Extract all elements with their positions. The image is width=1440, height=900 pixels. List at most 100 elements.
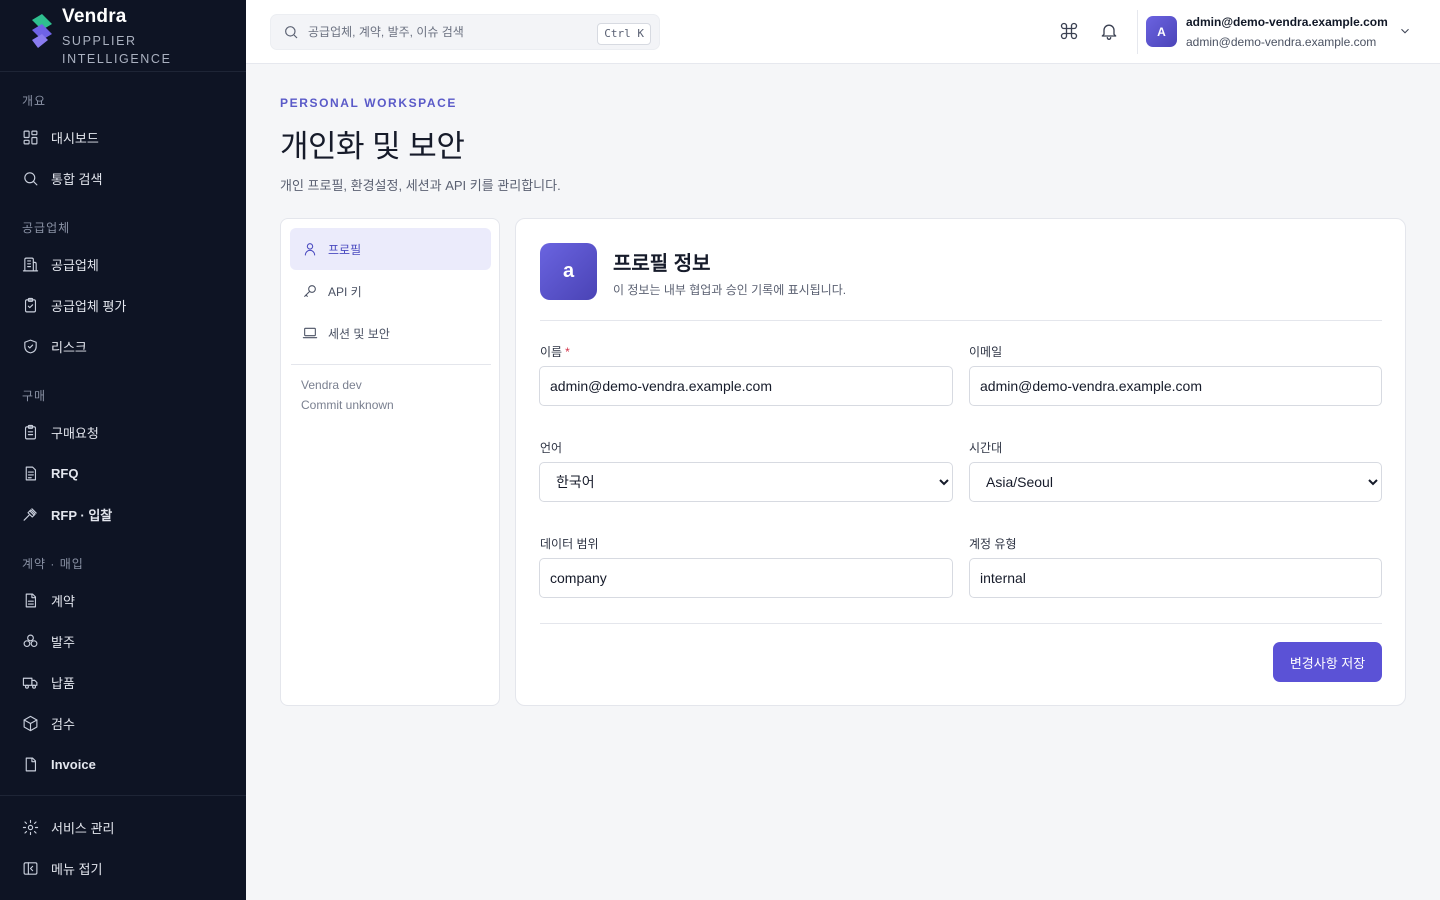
dashboard-icon <box>23 130 38 144</box>
document-icon <box>25 593 37 607</box>
user-name[interactable]: admin@demo-vendra.example.com <box>1186 15 1388 29</box>
settings-tab-api-keys[interactable]: API 키 <box>290 270 491 312</box>
nav-section-purchasing: 구매 <box>22 389 47 403</box>
profile-card: a 프로필 정보 이 정보는 내부 협업과 승인 기록에 표시됩니다. 이름 * … <box>515 218 1406 706</box>
sidebar-divider <box>0 795 246 796</box>
account-type-label: 계정 유형 <box>969 537 1017 551</box>
user-menu-divider <box>1137 10 1138 54</box>
sidebar-item-service-admin[interactable]: 서비스 관리 <box>0 807 246 847</box>
laptop-icon <box>302 327 318 339</box>
shield-check-icon <box>24 339 37 353</box>
sidebar: Vendra SUPPLIER INTELLIGENCE 개요 대시보드 통합 … <box>0 0 246 900</box>
language-select[interactable]: 한국어 <box>539 462 953 502</box>
sidebar-item-inspection[interactable]: 검수 <box>0 703 246 743</box>
sidebar-item-label: RFQ <box>51 465 79 481</box>
page-eyebrow: PERSONAL WORKSPACE <box>280 96 458 110</box>
invoice-icon <box>25 757 37 771</box>
global-search[interactable]: Ctrl K <box>270 14 660 50</box>
sidebar-item-label: 통합 검색 <box>51 171 103 187</box>
sidebar-item-label: 서비스 관리 <box>51 820 115 836</box>
sidebar-item-search[interactable]: 통합 검색 <box>0 158 246 198</box>
gavel-icon <box>23 507 37 521</box>
sidebar-item-label: 공급업체 <box>51 257 99 273</box>
settings-tab-sessions-security[interactable]: 세션 및 보안 <box>290 312 491 354</box>
vendra-logo-icon <box>28 14 56 54</box>
profile-title: 프로필 정보 <box>613 253 711 275</box>
profile-header-divider <box>540 320 1382 321</box>
profile-avatar: a <box>540 243 597 300</box>
sidebar-item-label: 공급업체 평가 <box>51 298 127 314</box>
settings-tab-label: 프로필 <box>328 242 362 257</box>
sidebar-item-purchase-requests[interactable]: 구매요청 <box>0 412 246 452</box>
name-label: 이름 * <box>540 343 570 360</box>
collapse-sidebar-icon <box>23 861 38 875</box>
sidebar-item-rfp-bidding[interactable]: RFP · 입찰 <box>0 494 246 534</box>
notifications-button[interactable] <box>1099 21 1121 43</box>
sidebar-item-label: Invoice <box>51 756 96 772</box>
sidebar-item-label: 계약 <box>51 593 75 609</box>
chevron-down-icon <box>1401 28 1409 34</box>
name-label-text: 이름 <box>540 345 563 359</box>
settings-tab-label: API 키 <box>328 284 362 299</box>
app-version: Vendra dev <box>301 378 362 392</box>
email-label: 이메일 <box>969 345 1003 359</box>
truck-icon <box>22 677 38 689</box>
settings-tab-profile[interactable]: 프로필 <box>290 228 491 270</box>
clipboard-check-icon <box>24 297 37 312</box>
profile-footer-divider <box>540 623 1382 624</box>
sidebar-item-label: 메뉴 접기 <box>51 861 103 877</box>
sidebar-item-invoice[interactable]: Invoice <box>0 744 246 784</box>
brand[interactable]: Vendra SUPPLIER INTELLIGENCE <box>0 0 246 72</box>
sidebar-item-purchase-orders[interactable]: 발주 <box>0 621 246 661</box>
sidebar-item-label: 대시보드 <box>51 130 99 146</box>
search-input[interactable] <box>308 25 588 39</box>
user-icon <box>304 243 316 256</box>
clipboard-list-icon <box>24 424 37 439</box>
sidebar-item-dashboard[interactable]: 대시보드 <box>0 117 246 157</box>
sidebar-item-label: RFP · 입찰 <box>51 507 113 523</box>
language-label: 언어 <box>540 441 563 455</box>
page-description: 개인 프로필, 환경설정, 세션과 API 키를 관리합니다. <box>280 178 561 193</box>
sidebar-item-risk[interactable]: 리스크 <box>0 326 246 366</box>
search-icon <box>285 26 298 39</box>
sidebar-item-label: 검수 <box>51 716 75 732</box>
nav-section-overview: 개요 <box>22 94 47 108</box>
sidebar-item-suppliers[interactable]: 공급업체 <box>0 244 246 284</box>
settings-nav: 프로필 API 키 세션 및 보안 Vendra dev Commit unkn… <box>280 218 500 706</box>
user-menu-toggle[interactable] <box>1398 24 1412 38</box>
sidebar-item-deliveries[interactable]: 납품 <box>0 662 246 702</box>
save-button[interactable]: 변경사항 저장 <box>1273 642 1382 682</box>
page-title: 개인화 및 보안 <box>280 129 465 164</box>
command-palette-button[interactable] <box>1059 21 1081 43</box>
data-scope-field[interactable] <box>539 558 953 598</box>
topbar: Ctrl K A admin@demo-vendra.example.com a… <box>246 0 1440 64</box>
sidebar-item-label: 발주 <box>51 634 75 650</box>
brand-name: Vendra <box>62 6 127 27</box>
sidebar-item-contracts[interactable]: 계약 <box>0 580 246 620</box>
gear-icon <box>22 819 39 835</box>
sidebar-item-label: 리스크 <box>51 339 87 355</box>
nav-section-contracts-purchasing: 계약 · 매입 <box>22 557 84 571</box>
brand-subtitle: SUPPLIER INTELLIGENCE <box>62 34 172 66</box>
account-type-field[interactable] <box>969 558 1382 598</box>
profile-subtitle: 이 정보는 내부 협업과 승인 기록에 표시됩니다. <box>613 283 847 297</box>
user-email: admin@demo-vendra.example.com <box>1186 35 1377 49</box>
email-field[interactable] <box>969 366 1382 406</box>
bell-icon <box>1101 24 1117 40</box>
document-list-icon <box>25 466 37 480</box>
data-scope-label: 데이터 범위 <box>540 537 599 551</box>
building-icon <box>22 257 39 271</box>
package-icon <box>23 715 38 731</box>
sidebar-item-rfq[interactable]: RFQ <box>0 453 246 493</box>
search-icon <box>24 171 38 185</box>
timezone-select[interactable]: Asia/Seoul <box>969 462 1382 502</box>
sidebar-item-supplier-evaluation[interactable]: 공급업체 평가 <box>0 285 246 325</box>
settings-nav-divider <box>291 364 491 365</box>
name-field[interactable] <box>539 366 953 406</box>
required-mark: * <box>565 345 570 359</box>
avatar[interactable]: A <box>1146 16 1177 47</box>
key-icon <box>304 285 316 297</box>
sidebar-item-label: 납품 <box>51 675 75 691</box>
sidebar-collapse-button[interactable]: 메뉴 접기 <box>0 848 246 888</box>
app-commit: Commit unknown <box>301 398 394 412</box>
